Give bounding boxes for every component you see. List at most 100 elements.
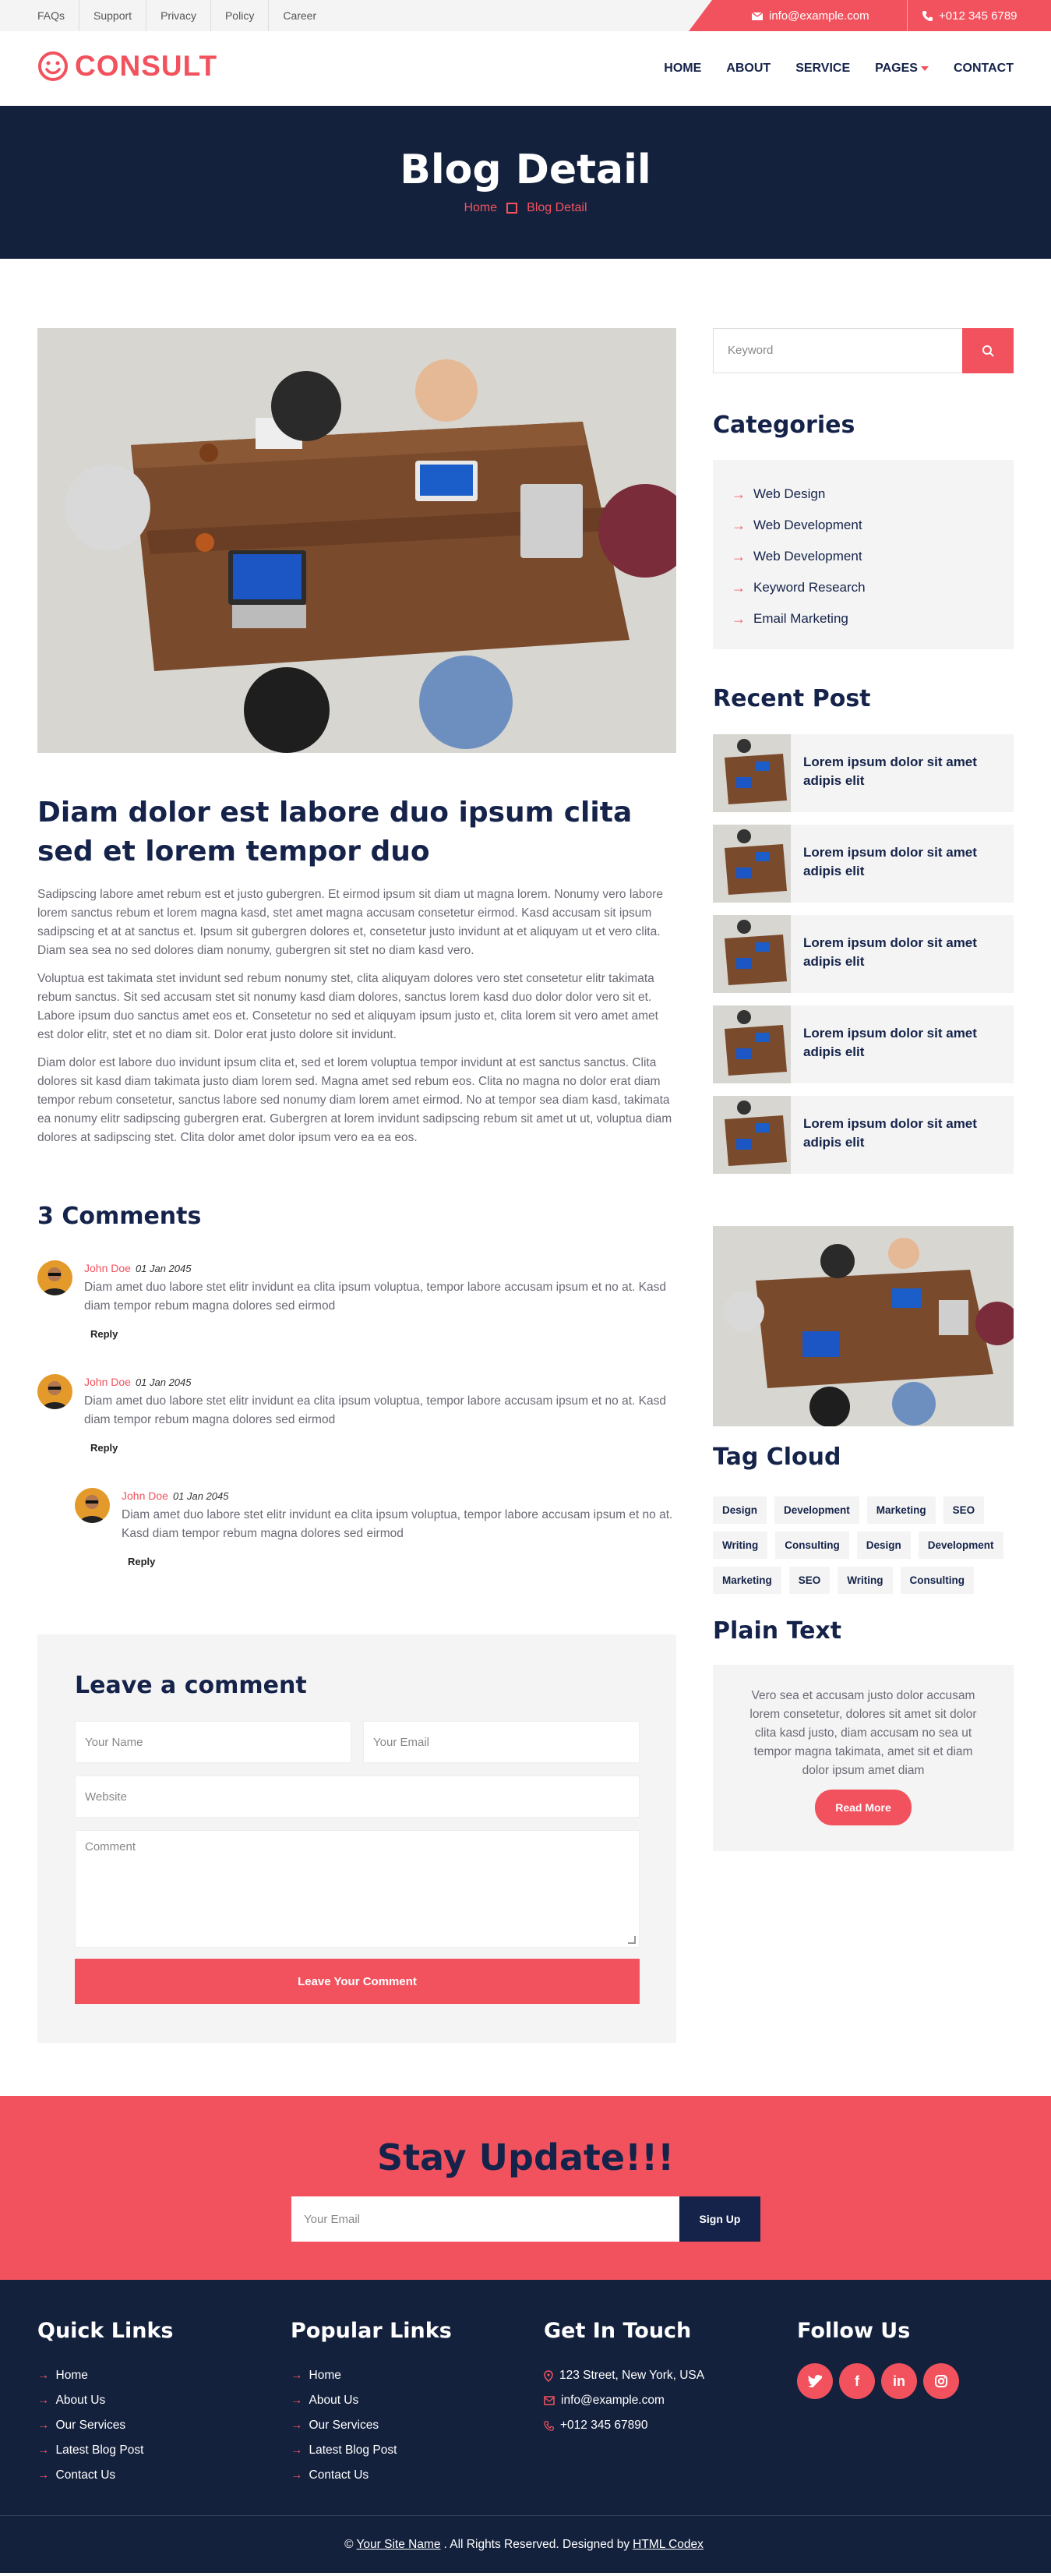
footer-heading: Get In Touch <box>544 2319 692 2343</box>
tag[interactable]: Development <box>774 1496 859 1524</box>
email-input[interactable]: Your Email <box>363 1721 640 1763</box>
comment-author[interactable]: John Doe <box>122 1489 168 1502</box>
reply-button[interactable]: Reply <box>122 1553 161 1571</box>
top-link-policy[interactable]: Policy <box>211 0 270 31</box>
tag[interactable]: Design <box>856 1532 911 1559</box>
brand-logo[interactable]: CONSULT <box>37 50 217 83</box>
top-email[interactable]: info@example.com <box>751 0 869 31</box>
tag[interactable]: Writing <box>713 1532 768 1559</box>
footer-link[interactable]: → Our Services <box>291 2413 524 2438</box>
recent-post-title: Lorem ipsum dolor sit amet adipis elit <box>803 754 977 788</box>
arrow-right-icon: → <box>291 2394 303 2407</box>
linkedin-icon[interactable]: in <box>881 2363 917 2399</box>
nav-service[interactable]: SERVICE <box>795 62 850 76</box>
arrow-right-icon: → <box>37 2443 50 2457</box>
avatar <box>37 1374 72 1409</box>
footer-link[interactable]: → Contact Us <box>37 2463 271 2488</box>
newsletter-email-input[interactable]: Your Email <box>291 2196 679 2242</box>
email-placeholder: Your Email <box>373 1735 429 1749</box>
tag[interactable]: Marketing <box>713 1567 781 1594</box>
arrow-right-icon: → <box>37 2394 50 2407</box>
name-input[interactable]: Your Name <box>75 1721 351 1763</box>
sign-up-button[interactable]: Sign Up <box>679 2196 760 2242</box>
recent-post-title: Lorem ipsum dolor sit amet adipis elit <box>803 935 977 969</box>
search-button[interactable] <box>962 328 1014 373</box>
category-item[interactable]: → Web Development <box>732 541 995 572</box>
comment-date: 01 Jan 2045 <box>135 1376 192 1388</box>
footer-link[interactable]: → Home <box>37 2363 271 2388</box>
page-title: Blog Detail <box>400 147 651 193</box>
twitter-icon[interactable] <box>797 2363 833 2399</box>
top-phone[interactable]: +012 345 6789 <box>907 0 1017 31</box>
footer-link[interactable]: → About Us <box>37 2388 271 2413</box>
comment-text: Diam amet duo labore stet elitr invidunt… <box>84 1394 666 1426</box>
recent-post-item[interactable]: Lorem ipsum dolor sit amet adipis elit <box>713 825 1014 903</box>
footer-heading: Popular Links <box>291 2319 452 2343</box>
footer-link[interactable]: → About Us <box>291 2388 524 2413</box>
footer-phone-text: +012 345 67890 <box>560 2419 648 2432</box>
leave-comment-button[interactable]: Leave Your Comment <box>75 1959 640 2004</box>
phone-icon <box>544 2420 554 2431</box>
recent-post-item[interactable]: Lorem ipsum dolor sit amet adipis elit <box>713 734 1014 812</box>
website-input[interactable]: Website <box>75 1776 640 1818</box>
footer-link-label: Latest Blog Post <box>55 2443 144 2457</box>
read-more-button[interactable]: Read More <box>815 1790 912 1825</box>
tag[interactable]: Consulting <box>900 1567 975 1594</box>
category-item[interactable]: → Email Marketing <box>732 603 995 634</box>
top-link-privacy[interactable]: Privacy <box>146 0 211 31</box>
footer-email[interactable]: info@example.com <box>544 2388 778 2413</box>
footer-phone[interactable]: +012 345 67890 <box>544 2413 778 2438</box>
top-link-faqs[interactable]: FAQs <box>37 0 80 31</box>
featured-image <box>37 328 676 753</box>
sidebar-image <box>713 1226 1014 1426</box>
recent-post-item[interactable]: Lorem ipsum dolor sit amet adipis elit <box>713 1005 1014 1083</box>
footer-link[interactable]: → Home <box>291 2363 524 2388</box>
category-item[interactable]: → Web Development <box>732 510 995 541</box>
nav-pages-dropdown[interactable]: PAGES <box>875 62 929 76</box>
tag[interactable]: SEO <box>788 1567 831 1594</box>
map-marker-icon <box>544 2369 553 2382</box>
footer-link[interactable]: → Latest Blog Post <box>291 2438 524 2463</box>
tag[interactable]: Consulting <box>775 1532 849 1559</box>
category-label: Web Development <box>753 549 862 564</box>
reply-button[interactable]: Reply <box>84 1439 124 1457</box>
facebook-icon[interactable]: f <box>839 2363 875 2399</box>
tag[interactable]: Marketing <box>866 1496 936 1524</box>
comment-item: John Doe 01 Jan 2045 Diam amet duo labore… <box>37 1374 676 1457</box>
copyright-text: . All Rights Reserved. Designed by <box>443 2537 630 2551</box>
nav-contact[interactable]: CONTACT <box>954 62 1014 76</box>
breadcrumb-current: Blog Detail <box>527 201 587 214</box>
tag[interactable]: SEO <box>943 1496 985 1524</box>
recent-post-thumbnail <box>713 1096 791 1174</box>
top-link-support[interactable]: Support <box>79 0 147 31</box>
top-link-career[interactable]: Career <box>269 0 330 31</box>
tag[interactable]: Writing <box>838 1567 893 1594</box>
footer-address-text: 123 Street, New York, USA <box>559 2369 705 2382</box>
instagram-icon[interactable] <box>923 2363 959 2399</box>
footer-link[interactable]: → Latest Blog Post <box>37 2438 271 2463</box>
nav-about[interactable]: ABOUT <box>726 62 771 76</box>
plain-text-box: Vero sea et accusam justo dolor accusam … <box>713 1665 1014 1851</box>
reply-button[interactable]: Reply <box>84 1325 124 1343</box>
comment-form-heading: Leave a comment <box>75 1672 307 1699</box>
category-item[interactable]: → Keyword Research <box>732 572 995 603</box>
breadcrumb-home[interactable]: Home <box>464 201 497 215</box>
tag[interactable]: Design <box>713 1496 767 1524</box>
recent-post-item[interactable]: Lorem ipsum dolor sit amet adipis elit <box>713 1096 1014 1174</box>
nav-home[interactable]: HOME <box>664 62 701 76</box>
arrow-right-icon: → <box>37 2369 50 2382</box>
comment-author[interactable]: John Doe <box>84 1262 131 1274</box>
footer-link[interactable]: → Our Services <box>37 2413 271 2438</box>
tag[interactable]: Development <box>918 1532 1003 1559</box>
site-name-link[interactable]: Your Site Name <box>357 2538 441 2552</box>
designer-link[interactable]: HTML Codex <box>633 2538 704 2552</box>
resize-handle-icon[interactable] <box>628 1936 636 1944</box>
search-box[interactable]: Keyword <box>713 328 1014 373</box>
arrow-right-icon: → <box>732 610 746 627</box>
comment-author[interactable]: John Doe <box>84 1376 131 1388</box>
footer-link[interactable]: → Contact Us <box>291 2463 524 2488</box>
recent-post-item[interactable]: Lorem ipsum dolor sit amet adipis elit <box>713 915 1014 993</box>
category-item[interactable]: → Web Design <box>732 479 995 510</box>
search-placeholder: Keyword <box>728 344 774 357</box>
comment-textarea[interactable]: Comment <box>75 1830 640 1948</box>
